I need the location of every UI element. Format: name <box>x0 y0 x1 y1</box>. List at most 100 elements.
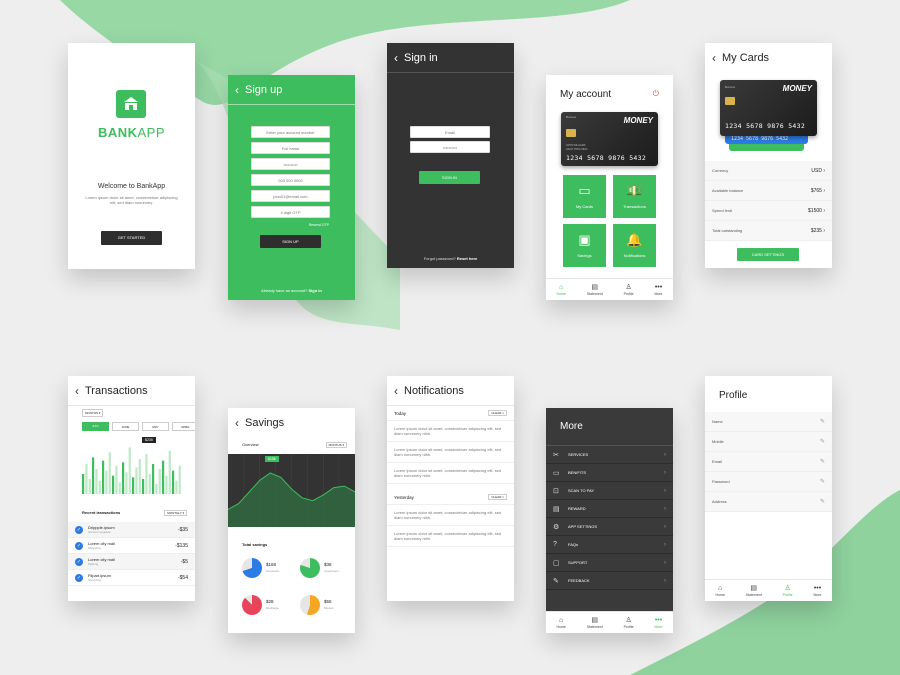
chevron-right-icon: › <box>664 451 666 458</box>
signup-field[interactable] <box>251 142 330 154</box>
check-icon: ✓ <box>75 573 83 582</box>
signup-field[interactable] <box>251 206 330 218</box>
back-icon[interactable]: ‹ <box>235 83 239 97</box>
notification-item[interactable]: Lorem ipsum dolor sit amet, consectetuer… <box>387 463 514 484</box>
transaction-amount: -$135 <box>175 542 188 549</box>
nav-more[interactable]: ••• More <box>655 284 663 296</box>
tile-my-cards[interactable]: ▭ My Cards <box>563 175 606 218</box>
signup-field[interactable] <box>251 190 330 202</box>
month-tab[interactable]: JULY <box>82 422 109 431</box>
more-item-scan-to-pay[interactable]: ⊡ SCAN TO PAY › <box>546 482 673 500</box>
transaction-row[interactable]: ✓ Flipart.ipsum Shopping -$54 <box>68 570 195 586</box>
month-tab[interactable]: APRIL <box>172 422 195 431</box>
notification-item[interactable]: Lorem ipsum dolor sit amet, consectetuer… <box>387 505 514 526</box>
savings-item[interactable]: $168 Groceries <box>266 562 279 574</box>
nav-profile[interactable]: ♙ Profile <box>624 284 634 296</box>
nav-statement[interactable]: ▤ Statement <box>746 585 762 597</box>
savings-item[interactable]: $55 Movies <box>324 599 334 611</box>
profile-title: Profile <box>719 389 748 401</box>
months-dropdown[interactable]: MONTHS ▾ <box>82 409 104 417</box>
profile-field[interactable]: Password ✎ <box>705 472 832 492</box>
nav-home[interactable]: ⌂ Home <box>556 617 565 629</box>
detail-row[interactable]: Currency USD › <box>705 161 832 181</box>
profile-field[interactable]: Email ✎ <box>705 452 832 472</box>
profile-field[interactable]: Mobile ✎ <box>705 432 832 452</box>
welcome-title: Welcome to BankApp <box>97 183 166 190</box>
signin-button[interactable]: SIGN IN <box>419 171 480 184</box>
back-icon[interactable]: ‹ <box>394 384 398 398</box>
nav-home[interactable]: ⌂ Home <box>556 284 565 296</box>
edit-icon[interactable]: ✎ <box>820 438 825 445</box>
more-item-app-settings[interactable]: ⚙ APP SETTINGS › <box>546 518 673 536</box>
notification-item[interactable]: Lorem ipsum dolor sit amet, consectetuer… <box>387 442 514 463</box>
bottom-nav: ⌂ Home ▤ Statement ♙ Profile ••• More <box>546 611 673 633</box>
detail-row[interactable]: Spend limit $1500 › <box>705 201 832 221</box>
detail-row[interactable]: Total outstanding $235 › <box>705 221 832 241</box>
get-started-button[interactable]: GET STARTED <box>101 231 162 245</box>
notification-item[interactable]: Lorem ipsum dolor sit amet, consectetuer… <box>387 421 514 442</box>
back-icon[interactable]: ‹ <box>235 416 239 430</box>
card-settings-button[interactable]: CARD SETTINGS <box>737 248 799 261</box>
primary-card[interactable]: Business MONEY 1234 5678 9876 5432 <box>720 80 817 136</box>
back-icon[interactable]: ‹ <box>394 51 398 65</box>
account-card[interactable]: Business MONEY JOHN WILLIAMS VALID THRU … <box>561 112 658 166</box>
bar <box>162 460 165 494</box>
transaction-row[interactable]: ✓ Lorem city mall Parking -$5 <box>68 554 195 570</box>
more-item-support[interactable]: ▢ SUPPORT › <box>546 554 673 572</box>
nav-profile[interactable]: ♙ Profile <box>783 585 793 597</box>
back-icon[interactable]: ‹ <box>75 384 79 398</box>
tile-transactions[interactable]: 💵 Transactions <box>613 175 656 218</box>
nav-more[interactable]: ••• More <box>655 617 663 629</box>
edit-icon[interactable]: ✎ <box>820 478 825 485</box>
more-item-services[interactable]: ✂ SERVICES › <box>546 446 673 464</box>
more-item-faqs[interactable]: ? FAQs › <box>546 536 673 554</box>
bar <box>125 472 128 494</box>
nav-statement[interactable]: ▤ Statement <box>587 617 603 629</box>
signup-button[interactable]: SIGN UP <box>260 235 321 248</box>
monthly-dropdown[interactable]: MONTHLY ▾ <box>164 510 187 516</box>
welcome-screen: BANKAPP Welcome to BankApp Lorem ipsum d… <box>68 43 195 269</box>
email-field[interactable] <box>410 126 490 138</box>
transaction-amount: -$54 <box>177 574 188 581</box>
signup-field[interactable] <box>251 174 330 186</box>
edit-icon[interactable]: ✎ <box>820 418 825 425</box>
tile-savings[interactable]: ▣ Savings <box>563 224 606 267</box>
more-item-reward[interactable]: ▤ REWARD › <box>546 500 673 518</box>
signup-field[interactable] <box>251 158 330 170</box>
more-item-feedback[interactable]: ✎ FEEDBACK › <box>546 572 673 590</box>
more-item-benifits[interactable]: ▭ BENIFITS › <box>546 464 673 482</box>
savings-item[interactable]: $38 Investment <box>324 562 339 574</box>
bar <box>82 474 85 494</box>
notification-item[interactable]: Lorem ipsum dolor sit amet, consectetuer… <box>387 526 514 547</box>
bar <box>142 479 145 494</box>
profile-field[interactable]: Address ✎ <box>705 492 832 512</box>
resend-otp-link[interactable]: Resend OTP <box>309 223 329 227</box>
detail-row[interactable]: Available balance $765 › <box>705 181 832 201</box>
month-tab[interactable]: MAY <box>142 422 169 431</box>
months-dropdown[interactable]: MONTHS ▾ <box>325 442 347 448</box>
month-tab[interactable]: JUNE <box>112 422 139 431</box>
edit-icon[interactable]: ✎ <box>820 458 825 465</box>
edit-icon[interactable]: ✎ <box>820 498 825 505</box>
check-icon: ✓ <box>75 541 83 550</box>
transaction-row[interactable]: ✓ Lorem city mall Shopping -$135 <box>68 538 195 554</box>
nav-statement[interactable]: ▤ Statement <box>587 284 603 296</box>
clear-button[interactable]: CLEAR × <box>488 494 507 500</box>
tile-notifications[interactable]: 🔔 Notifications <box>613 224 656 267</box>
clear-button[interactable]: CLEAR × <box>488 410 507 416</box>
signup-field[interactable] <box>251 126 330 138</box>
nav-profile[interactable]: ♙ Profile <box>624 617 634 629</box>
bar <box>122 462 125 494</box>
nav-more[interactable]: ••• More <box>814 585 822 597</box>
bar <box>135 467 138 494</box>
savings-pie <box>242 595 262 615</box>
back-icon[interactable]: ‹ <box>712 51 716 65</box>
signin-link[interactable]: Sign in <box>309 288 322 293</box>
password-field[interactable] <box>410 141 490 153</box>
nav-home[interactable]: ⌂ Home <box>715 585 724 597</box>
savings-item[interactable]: $28 Recharge <box>266 599 279 611</box>
reset-link[interactable]: Reset here <box>457 256 477 261</box>
profile-field[interactable]: Name ✎ <box>705 412 832 432</box>
power-icon[interactable]: ⏻ <box>653 89 659 99</box>
transaction-row[interactable]: ✓ Drippple.ipsum Account upgrade -$35 <box>68 522 195 538</box>
